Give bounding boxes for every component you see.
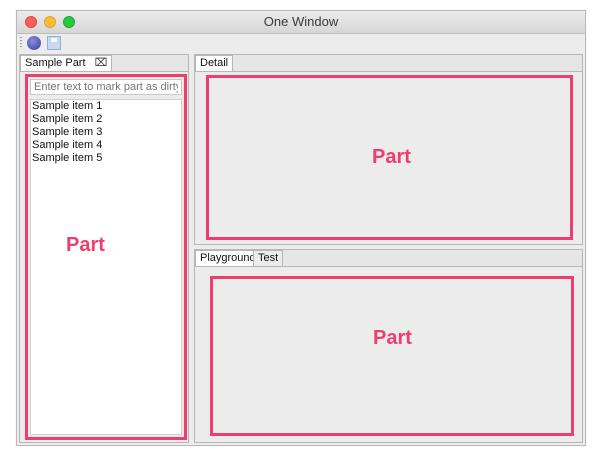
sample-items-list[interactable]: Sample item 1 Sample item 2 Sample item … bbox=[30, 99, 182, 435]
playground-part-stack: Playground Test Part bbox=[194, 249, 583, 443]
title-bar[interactable]: One Window bbox=[17, 11, 585, 34]
main-toolbar bbox=[17, 34, 585, 52]
detail-part-frame: Part bbox=[206, 75, 573, 240]
list-item[interactable]: Sample item 3 bbox=[31, 126, 181, 139]
tab-sample-part[interactable]: Sample Part ⌧ bbox=[20, 55, 113, 71]
save-icon[interactable] bbox=[47, 36, 61, 50]
detail-tabbar: Detail bbox=[195, 55, 582, 72]
list-item[interactable]: Sample item 4 bbox=[31, 139, 181, 152]
part-label: Part bbox=[373, 327, 412, 349]
tab-sample-part-label: Sample Part bbox=[25, 57, 86, 69]
dirty-text-input[interactable] bbox=[30, 79, 182, 95]
playground-part-frame: Part bbox=[210, 276, 574, 436]
tab-test[interactable]: Test bbox=[253, 250, 284, 266]
circle-tool-icon[interactable] bbox=[27, 36, 41, 50]
tab-detail[interactable]: Detail bbox=[195, 55, 234, 71]
playground-tabbar: Playground Test bbox=[195, 250, 582, 267]
sample-part-tabbar: Sample Part ⌧ bbox=[20, 55, 188, 72]
toolbar-grip-icon[interactable] bbox=[20, 37, 22, 49]
part-label: Part bbox=[372, 146, 411, 168]
app-window: One Window Sample Part ⌧ Sample item 1 S… bbox=[16, 10, 586, 446]
detail-part-stack: Detail Part bbox=[194, 54, 583, 245]
list-item[interactable]: Sample item 5 bbox=[31, 152, 181, 165]
list-item[interactable]: Sample item 1 bbox=[31, 100, 181, 113]
list-item[interactable]: Sample item 2 bbox=[31, 113, 181, 126]
close-tab-icon[interactable]: ⌧ bbox=[95, 57, 108, 69]
sample-part-frame: Sample item 1 Sample item 2 Sample item … bbox=[25, 74, 187, 440]
tab-detail-label: Detail bbox=[200, 57, 229, 69]
window-title: One Window bbox=[263, 14, 339, 29]
part-label: Part bbox=[66, 234, 105, 256]
tab-test-label: Test bbox=[258, 252, 279, 264]
tab-playground[interactable]: Playground bbox=[195, 250, 261, 266]
tab-playground-label: Playground bbox=[200, 252, 256, 264]
sample-part-stack: Sample Part ⌧ Sample item 1 Sample item … bbox=[19, 54, 189, 443]
